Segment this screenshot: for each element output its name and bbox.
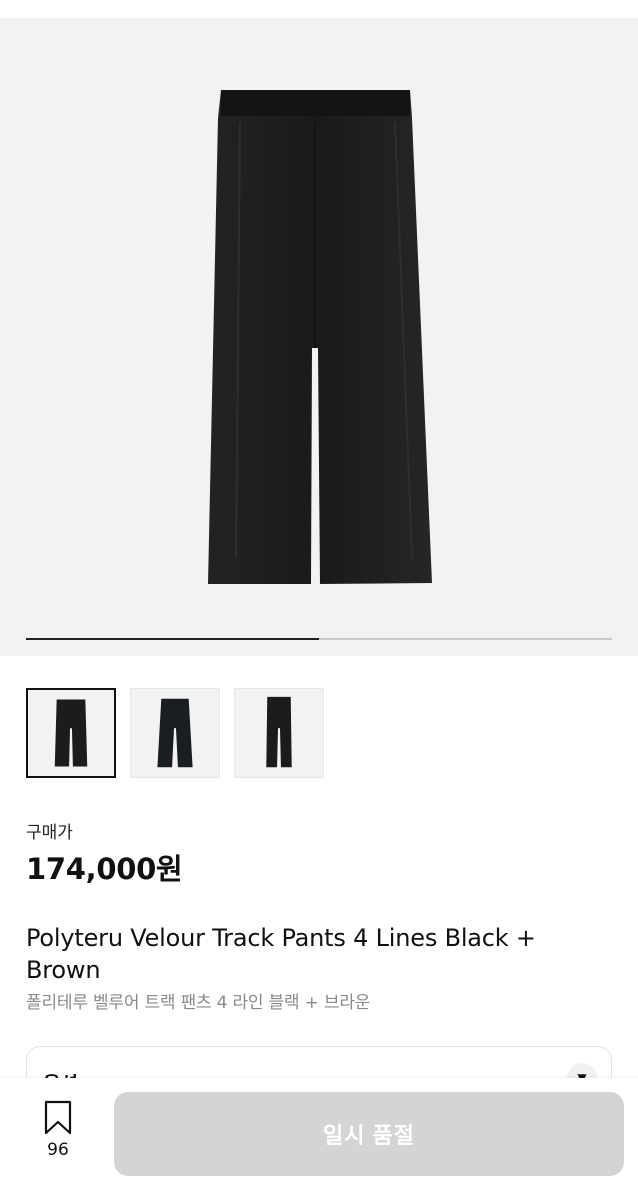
product-title-ko: 폴리테루 벨루어 트랙 팬츠 4 라인 블랙 + 브라운 bbox=[26, 993, 371, 1013]
thumbnail-image bbox=[266, 696, 292, 768]
thumbnail-strip bbox=[26, 688, 324, 778]
price: 174,000원 bbox=[26, 852, 183, 886]
thumbnail-2[interactable] bbox=[130, 688, 220, 778]
thumbnail-image bbox=[157, 698, 193, 768]
product-image-carousel[interactable] bbox=[0, 18, 638, 656]
image-progress-track bbox=[26, 638, 612, 640]
product-image bbox=[208, 90, 432, 584]
image-progress-fill bbox=[26, 638, 319, 640]
product-title-en: Polyteru Velour Track Pants 4 Lines Blac… bbox=[26, 924, 536, 984]
sold-out-button[interactable]: 일시 품절 bbox=[114, 1092, 624, 1176]
thumbnail-image bbox=[54, 699, 88, 767]
thumbnail-3[interactable] bbox=[234, 688, 324, 778]
bookmark-count: 96 bbox=[47, 1140, 69, 1160]
bookmark-icon bbox=[44, 1100, 72, 1135]
bookmark-button[interactable]: 96 bbox=[30, 1100, 86, 1170]
thumbnail-1[interactable] bbox=[26, 688, 116, 778]
price-label: 구매가 bbox=[26, 823, 73, 843]
